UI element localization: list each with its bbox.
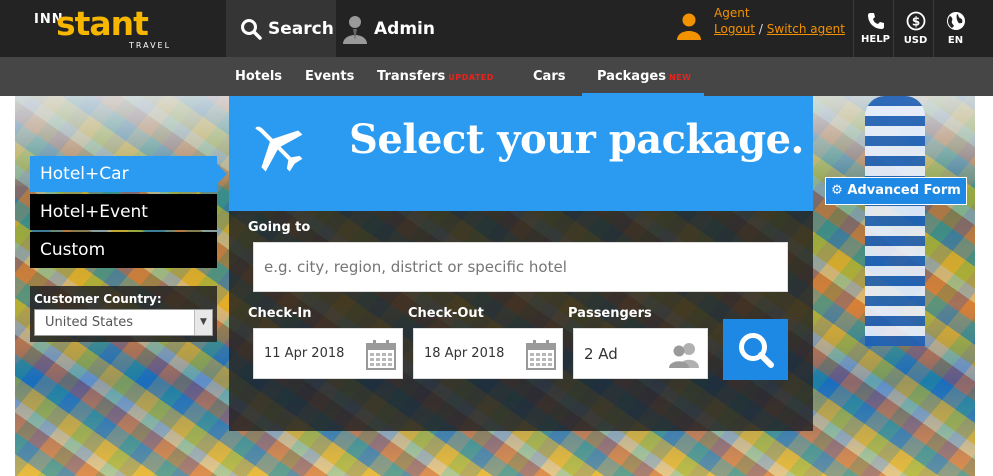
user-silhouette-icon xyxy=(343,15,367,44)
customer-country-select[interactable]: United States ▼ xyxy=(34,309,213,336)
nav-item-label: Hotels xyxy=(235,69,283,84)
admin-menu-label: Admin xyxy=(374,18,435,39)
nav-item-label: Cars xyxy=(533,69,566,84)
language-label: EN xyxy=(947,35,964,46)
tab-hotel-car[interactable]: Hotel+Car xyxy=(30,156,227,192)
search-icon xyxy=(241,18,262,40)
logo-inn-text: INN xyxy=(34,12,64,27)
calendar-icon xyxy=(366,340,396,370)
admin-menu-button[interactable]: Admin xyxy=(336,0,456,57)
nav-item-label: Packages xyxy=(597,69,666,84)
search-menu-button[interactable]: Search xyxy=(226,0,336,57)
switch-agent-link[interactable]: Switch agent xyxy=(767,22,845,36)
nav-item-hotels[interactable]: Hotels xyxy=(235,57,282,96)
tab-label: Custom xyxy=(40,240,106,260)
logout-link[interactable]: Logout xyxy=(714,22,755,36)
nav-item-cars[interactable]: Cars xyxy=(533,57,565,96)
checkin-date-field[interactable]: 11 Apr 2018 xyxy=(253,328,403,379)
airplane-icon xyxy=(255,126,303,172)
currency-button[interactable]: $ USD xyxy=(893,0,937,57)
going-to-label: Going to xyxy=(248,220,311,235)
instant-travel-logo[interactable]: INN stant TRAVEL xyxy=(34,4,184,52)
passengers-value: 2 Ad xyxy=(584,345,618,363)
nav-item-transfers[interactable]: Transfers UPDATED xyxy=(377,57,494,96)
going-to-input[interactable] xyxy=(253,242,788,292)
agent-box: Agent Logout / Switch agent xyxy=(676,6,848,46)
nav-item-events[interactable]: Events xyxy=(305,57,354,96)
tab-label: Hotel+Car xyxy=(40,164,129,184)
advanced-form-button[interactable]: ⚙ Advanced Form xyxy=(825,177,967,205)
search-menu-label: Search xyxy=(268,18,334,39)
tab-custom[interactable]: Custom xyxy=(30,232,217,268)
hero-mosaic-tower xyxy=(865,96,925,346)
nav-item-label: Events xyxy=(305,69,355,84)
globe-icon xyxy=(946,12,965,30)
new-badge: NEW xyxy=(668,73,692,82)
checkin-date-value: 11 Apr 2018 xyxy=(264,346,345,361)
help-label: HELP xyxy=(861,34,890,45)
passengers-field[interactable]: 2 Ad xyxy=(573,328,708,379)
top-bar: INN stant TRAVEL Search Admin Agent Logo… xyxy=(0,0,993,57)
tab-label: Hotel+Event xyxy=(40,202,148,222)
checkin-label: Check-In xyxy=(248,306,312,321)
calendar-icon xyxy=(526,340,556,370)
agent-links-separator: / xyxy=(755,22,767,36)
agent-links: Logout / Switch agent xyxy=(714,22,845,36)
dollar-circle-icon: $ xyxy=(906,11,925,31)
nav-item-packages[interactable]: Packages NEW xyxy=(582,57,704,96)
users-icon xyxy=(669,343,699,368)
logo-stant-text: stant xyxy=(56,4,149,43)
agent-user-icon xyxy=(677,13,701,40)
checkout-date-value: 18 Apr 2018 xyxy=(424,346,505,361)
checkout-label: Check-Out xyxy=(408,306,484,321)
currency-label: USD xyxy=(903,35,928,46)
passengers-label: Passengers xyxy=(568,306,652,321)
customer-country-label: Customer Country: xyxy=(34,292,162,306)
main-nav: Hotels Events Transfers UPDATED Cars Pack… xyxy=(0,57,993,96)
logo-travel-text: TRAVEL xyxy=(129,41,172,50)
agent-title: Agent xyxy=(714,6,750,20)
chevron-down-icon: ▼ xyxy=(194,310,212,335)
search-button[interactable] xyxy=(723,319,788,380)
help-button[interactable]: HELP xyxy=(853,0,897,57)
customer-country-box: Customer Country: United States ▼ xyxy=(30,286,217,342)
svg-text:$: $ xyxy=(911,15,919,29)
updated-badge: UPDATED xyxy=(448,73,494,82)
advanced-form-label: Advanced Form xyxy=(847,183,961,198)
customer-country-value: United States xyxy=(45,315,134,330)
gear-icon: ⚙ xyxy=(831,183,843,198)
phone-icon xyxy=(867,13,884,29)
search-icon xyxy=(738,332,774,368)
nav-item-label: Transfers xyxy=(377,69,446,84)
page-title: Select your package. xyxy=(349,116,804,163)
package-panel-header: Select your package. xyxy=(229,96,813,211)
checkout-date-field[interactable]: 18 Apr 2018 xyxy=(413,328,563,379)
language-button[interactable]: EN xyxy=(933,0,977,57)
tab-hotel-event[interactable]: Hotel+Event xyxy=(30,194,217,230)
